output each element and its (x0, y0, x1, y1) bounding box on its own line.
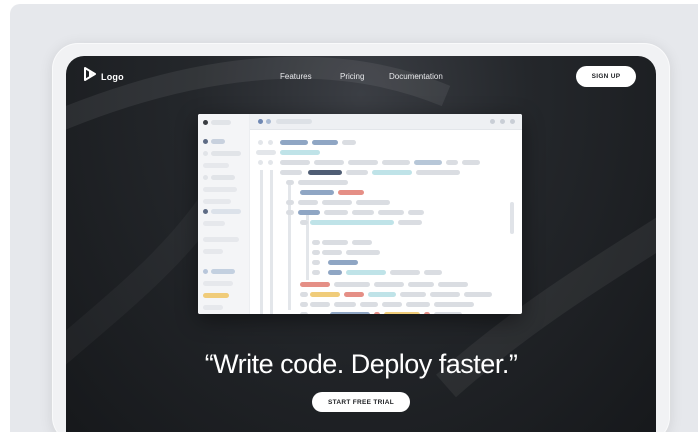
nav-link-pricing[interactable]: Pricing (340, 72, 364, 81)
sidebar-line (203, 221, 225, 226)
logo[interactable]: Logo (83, 67, 124, 86)
hero-headline: “Write code. Deploy faster.” (204, 349, 518, 379)
sidebar-dot (203, 209, 208, 214)
topbar-dot (500, 119, 505, 124)
sidebar-logo-icon (203, 120, 208, 125)
code-lines (256, 140, 514, 314)
sidebar-dot (203, 269, 208, 274)
sidebar-line (203, 187, 237, 192)
sidebar-line (203, 199, 231, 204)
sidebar-line (203, 237, 239, 242)
logo-text: Logo (101, 71, 124, 82)
sidebar-line (211, 120, 231, 125)
sidebar-line (211, 151, 241, 156)
logo-mark-icon (83, 67, 98, 86)
sidebar-line (211, 269, 235, 274)
editor-code-area (250, 130, 522, 314)
start-free-trial-button[interactable]: START FREE TRIAL (312, 392, 410, 412)
nav-link-documentation[interactable]: Documentation (389, 72, 443, 81)
sidebar-line (211, 175, 235, 180)
sidebar-dot (203, 139, 208, 144)
topbar-dot (490, 119, 495, 124)
sidebar-dot (203, 175, 208, 180)
sidebar-line (203, 293, 229, 298)
sidebar-line (203, 281, 233, 286)
topbar-dot (510, 119, 515, 124)
sign-up-button[interactable]: SIGN UP (576, 66, 636, 87)
sidebar-dot (203, 151, 208, 156)
sidebar-line (203, 305, 223, 310)
window-dot (258, 119, 263, 124)
editor-sidebar (198, 114, 250, 314)
website-screen: Logo Features Pricing Documentation SIGN… (66, 56, 656, 432)
sidebar-line (211, 209, 241, 214)
nav-link-features[interactable]: Features (280, 72, 312, 81)
topbar-tab (276, 119, 312, 124)
code-editor-preview (198, 114, 522, 314)
window-dot (266, 119, 271, 124)
sidebar-line (211, 139, 225, 144)
editor-topbar (250, 114, 522, 130)
sidebar-line (203, 249, 223, 254)
top-navigation: Logo Features Pricing Documentation SIGN… (66, 56, 656, 100)
sidebar-line (203, 163, 229, 168)
